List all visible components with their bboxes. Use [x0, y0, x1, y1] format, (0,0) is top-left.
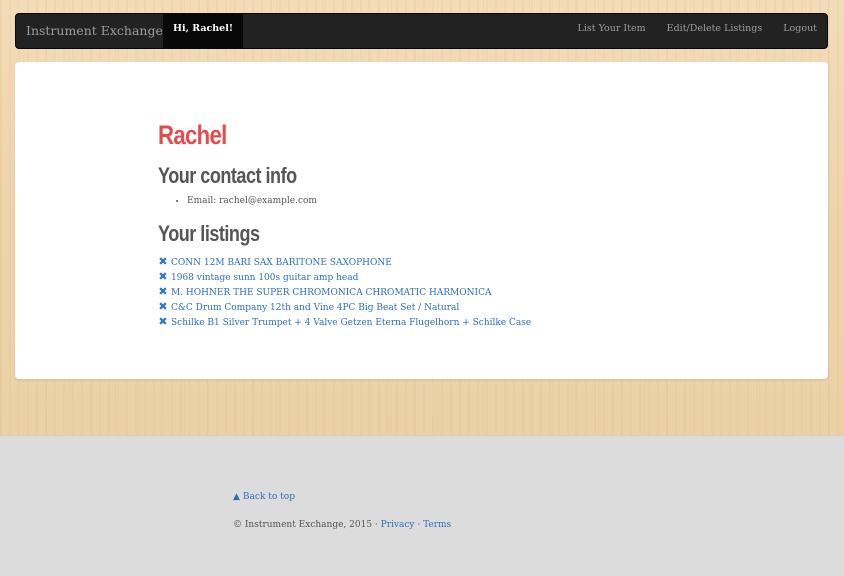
nav-edit-delete-listings[interactable]: Edit/Delete Listings	[667, 14, 763, 48]
listing-link[interactable]: Schilke B1 Silver Trumpet + 4 Valve Getz…	[171, 318, 531, 328]
listings-heading: Your listings	[158, 221, 260, 246]
contact-list: Email: rachel@example.com	[158, 195, 317, 207]
list-item: ✖ C&C Drum Company 12th and Vine 4PC Big …	[158, 297, 531, 313]
contact-heading: Your contact info	[158, 163, 297, 188]
nav-list-your-item[interactable]: List Your Item	[578, 14, 646, 48]
profile-name: Rachel	[158, 120, 227, 150]
profile-card: Rachel Your contact info Email: rachel@e…	[15, 62, 828, 379]
top-navbar: Instrument Exchange Hi, Rachel! List You…	[15, 13, 828, 49]
back-to-top-link[interactable]: ▲ Back to top	[233, 492, 295, 502]
privacy-link[interactable]: Privacy	[381, 520, 415, 530]
back-to-top-label: Back to top	[242, 492, 295, 502]
listings-list: ✖ CONN 12M BARI SAX BARITONE SAXOPHONE ✖ 1…	[158, 252, 531, 329]
contact-email: Email: rachel@example.com	[187, 195, 317, 207]
chevron-up-icon: ▲	[233, 492, 240, 502]
nav-logout[interactable]: Logout	[783, 14, 817, 48]
copyright-text: © Instrument Exchange, 2015 ·	[233, 520, 378, 530]
copyright-line: © Instrument Exchange, 2015 · Privacy · …	[233, 520, 451, 530]
list-item: ✖ CONN 12M BARI SAX BARITONE SAXOPHONE	[158, 252, 531, 268]
nav-links: List Your Item Edit/Delete Listings Logo…	[557, 14, 817, 48]
footer-separator: ·	[417, 520, 421, 530]
remove-x-icon[interactable]: ✖	[158, 314, 168, 329]
list-item: ✖ 1968 vintage sunn 100s guitar amp head	[158, 267, 531, 283]
footer: ▲ Back to top © Instrument Exchange, 2015…	[0, 435, 844, 576]
greeting-nav-item[interactable]: Hi, Rachel!	[163, 14, 243, 48]
terms-link[interactable]: Terms	[423, 520, 451, 530]
list-item: ✖ M. HOHNER THE SUPER CHROMONICA CHROMATI…	[158, 282, 531, 298]
list-item: ✖ Schilke B1 Silver Trumpet + 4 Valve Get…	[158, 312, 531, 329]
brand-link[interactable]: Instrument Exchange	[26, 14, 163, 48]
